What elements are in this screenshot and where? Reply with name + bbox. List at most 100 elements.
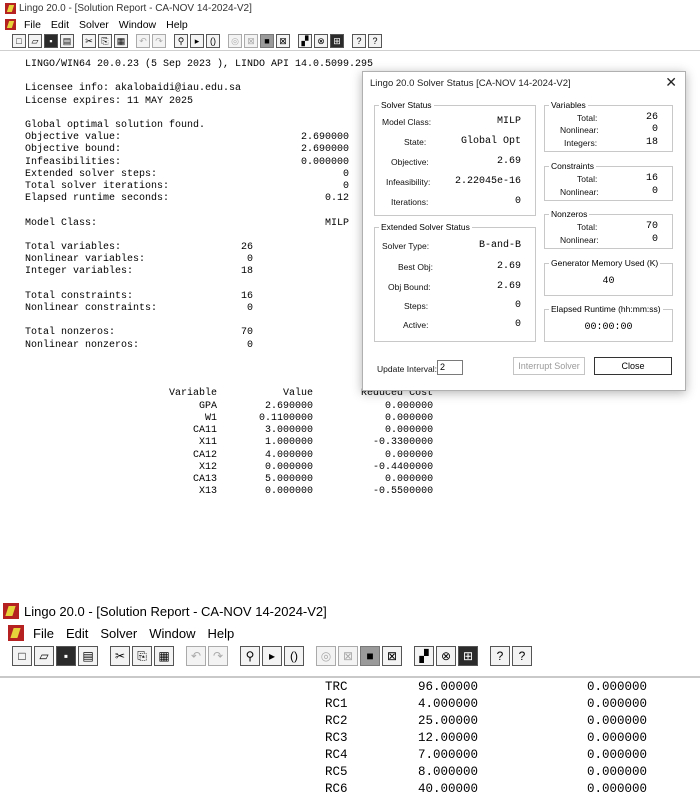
best-obj-label: Best Obj: [398, 262, 433, 272]
infeasibility-label: Infeasibility: [386, 177, 431, 187]
menu-file[interactable]: File [27, 626, 60, 641]
menu-window[interactable]: Window [114, 19, 161, 31]
constraints-total-value: 16 [645, 173, 658, 184]
print-icon[interactable]: ▤ [60, 34, 74, 48]
close-icon[interactable]: ✕ [665, 75, 677, 89]
state-label: State: [404, 137, 427, 147]
iterations-value: 0 [514, 196, 521, 207]
undo-icon[interactable]: ↶ [186, 646, 206, 666]
paste-icon[interactable]: ▦ [114, 34, 128, 48]
document-icon[interactable] [5, 19, 16, 30]
close-all-icon[interactable]: ⊠ [338, 646, 358, 666]
row-name: RC3 [325, 731, 348, 745]
new-file-icon[interactable]: □ [12, 646, 32, 666]
goto-line-icon[interactable]: ▸ [262, 646, 282, 666]
report-line: X13 0.000000 -0.5500000 [25, 486, 434, 498]
cut-icon[interactable]: ✂ [110, 646, 130, 666]
goto-line-icon[interactable]: ▸ [190, 34, 204, 48]
table-row: RC4 7.000000 0.000000 [0, 747, 700, 764]
cut-icon[interactable]: ✂ [82, 34, 96, 48]
report-line: LINGO/WIN64 20.0.23 (5 Sep 2023 ), LINDO… [25, 59, 374, 70]
row-value: 96.00000 [418, 680, 479, 694]
send-to-back-icon[interactable]: ⊠ [382, 646, 402, 666]
stop-icon[interactable]: ■ [360, 646, 380, 666]
report-line: GPA 2.690000 0.000000 [25, 400, 434, 412]
match-paren-icon[interactable]: () [206, 34, 220, 48]
send-to-back-icon[interactable]: ⊠ [276, 34, 290, 48]
row-cost: 0.000000 [587, 731, 648, 745]
stop-icon[interactable]: ■ [260, 34, 274, 48]
title-bar: Lingo 20.0 - [Solution Report - CA-NOV 1… [0, 600, 700, 622]
copy-icon[interactable]: ⎘ [132, 646, 152, 666]
copy-icon[interactable]: ⎘ [98, 34, 112, 48]
window-title: Lingo 20.0 - [Solution Report - CA-NOV 1… [19, 3, 252, 14]
solution-rows: TRC 96.00000 0.000000 RC1 4.000000 0.000000 RC… [0, 679, 700, 798]
undo-icon[interactable]: ↶ [136, 34, 150, 48]
tile-icon[interactable]: ▞ [414, 646, 434, 666]
save-icon[interactable]: ▪ [44, 34, 58, 48]
context-help-icon[interactable]: ? [368, 34, 382, 48]
help-icon[interactable]: ? [352, 34, 366, 48]
arrange-icon[interactable]: ⊞ [458, 646, 478, 666]
match-paren-icon[interactable]: () [284, 646, 304, 666]
variables-nonlinear-value: 0 [651, 124, 658, 135]
paste-icon[interactable]: ▦ [154, 646, 174, 666]
variables-nonlinear-label: Nonlinear: [560, 125, 599, 135]
print-icon[interactable]: ▤ [78, 646, 98, 666]
report-line: CA11 3.000000 0.000000 [25, 425, 434, 437]
constraints-nonlinear-label: Nonlinear: [560, 187, 599, 197]
table-row: RC2 25.00000 0.000000 [0, 713, 700, 730]
row-name: TRC [325, 680, 348, 694]
state-value: Global Opt [460, 136, 521, 147]
update-interval-input[interactable]: 2 [437, 360, 463, 375]
menu-help[interactable]: Help [201, 626, 240, 641]
runtime-value: 00:00:00 [584, 322, 633, 333]
save-icon[interactable]: ▪ [56, 646, 76, 666]
variables-legend: Variables [551, 100, 586, 110]
menu-help[interactable]: Help [161, 19, 193, 31]
redo-icon[interactable]: ↷ [152, 34, 166, 48]
interrupt-solver-button[interactable]: Interrupt Solver [513, 357, 585, 375]
menu-window[interactable]: Window [143, 626, 201, 641]
redo-icon[interactable]: ↷ [208, 646, 228, 666]
active-value: 0 [514, 319, 521, 330]
solve-icon[interactable]: ◎ [228, 34, 242, 48]
solver-status-dialog: Lingo 20.0 Solver Status [CA-NOV 14-2024… [362, 71, 686, 391]
document-icon[interactable] [8, 625, 24, 641]
close-window-icon[interactable]: ⊗ [436, 646, 456, 666]
nonzeros-nonlinear-label: Nonlinear: [560, 235, 599, 245]
row-cost: 0.000000 [587, 680, 648, 694]
menu-solver[interactable]: Solver [74, 19, 114, 31]
lingo-app-icon [5, 3, 16, 14]
nonzeros-legend: Nonzeros [551, 209, 588, 219]
memory-legend: Generator Memory Used (K) [551, 258, 659, 268]
row-value: 12.00000 [418, 731, 479, 745]
update-interval-label: Update Interval: [377, 364, 438, 374]
help-icon[interactable]: ? [490, 646, 510, 666]
tile-icon[interactable]: ▞ [298, 34, 312, 48]
solve-icon[interactable]: ◎ [316, 646, 336, 666]
find-icon[interactable]: ⚲ [240, 646, 260, 666]
close-all-icon[interactable]: ⊠ [244, 34, 258, 48]
new-file-icon[interactable]: □ [12, 34, 26, 48]
menu-edit[interactable]: Edit [46, 19, 74, 31]
find-icon[interactable]: ⚲ [174, 34, 188, 48]
close-window-icon[interactable]: ⊗ [314, 34, 328, 48]
open-folder-icon[interactable]: ▱ [28, 34, 42, 48]
open-folder-icon[interactable]: ▱ [34, 646, 54, 666]
objective-label: Objective: [391, 157, 429, 167]
solver-type-value: B-and-B [478, 240, 521, 251]
obj-bound-label: Obj Bound: [388, 282, 431, 292]
context-help-icon[interactable]: ? [512, 646, 532, 666]
obj-bound-value: 2.69 [496, 281, 521, 292]
row-cost: 0.000000 [587, 765, 648, 779]
menu-edit[interactable]: Edit [60, 626, 94, 641]
close-button[interactable]: Close [594, 357, 672, 375]
menu-file[interactable]: File [19, 19, 46, 31]
toolbar: □ ▱ ▪ ▤ ✂ ⎘ ▦ ↶ ↷ ⚲ ▸() ◎ ⊠ ■ ⊠ ▞ ⊗ ⊞?? [0, 644, 700, 668]
arrange-icon[interactable]: ⊞ [330, 34, 344, 48]
objective-value: 2.69 [496, 156, 521, 167]
menu-solver[interactable]: Solver [94, 626, 143, 641]
extended-status-legend: Extended Solver Status [381, 222, 470, 232]
active-label: Active: [403, 320, 429, 330]
